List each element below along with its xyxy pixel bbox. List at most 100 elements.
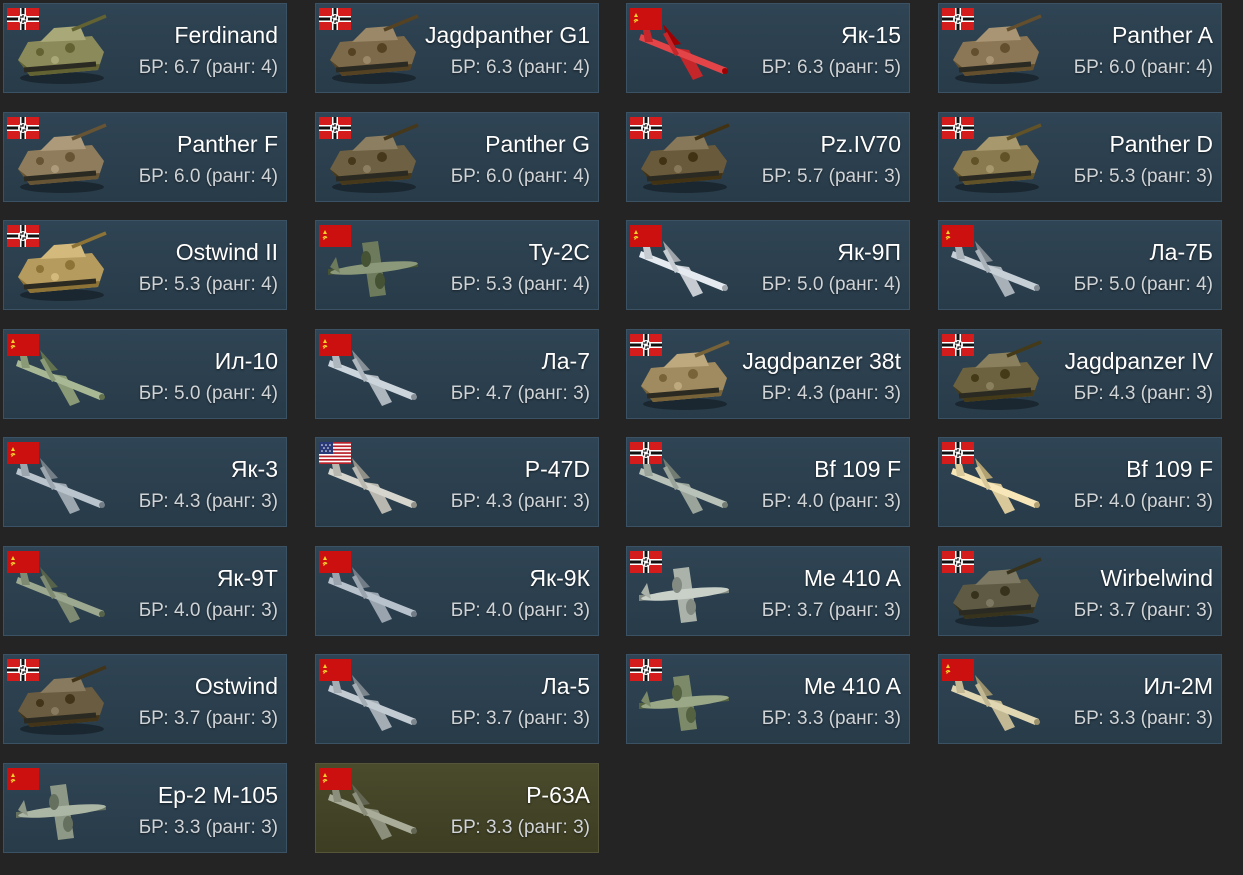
vehicle-br-rank: БР: 3.3 (ранг: 3) bbox=[1073, 708, 1213, 729]
vehicle-name: P-47D bbox=[524, 456, 590, 482]
vehicle-card-ostwind-ii[interactable]: Ostwind II БР: 5.3 (ранг: 4) bbox=[3, 220, 287, 310]
vehicle-name: Bf 109 F bbox=[814, 456, 901, 482]
vehicle-br-rank: БР: 3.7 (ранг: 3) bbox=[761, 600, 901, 621]
vehicle-name: Panther A bbox=[1111, 22, 1213, 48]
vehicle-card-як-9п[interactable]: Як-9П БР: 5.0 (ранг: 4) bbox=[626, 220, 910, 310]
germany-flag-icon bbox=[630, 117, 662, 139]
vehicle-name: Як-15 bbox=[841, 22, 901, 48]
vehicle-br-rank: БР: 5.3 (ранг: 4) bbox=[138, 274, 278, 295]
vehicle-br-rank: БР: 4.0 (ранг: 3) bbox=[1073, 491, 1213, 512]
vehicle-br-rank: БР: 6.7 (ранг: 4) bbox=[138, 57, 278, 78]
vehicle-br-rank: БР: 4.0 (ранг: 3) bbox=[761, 491, 901, 512]
vehicle-br-rank: БР: 5.3 (ранг: 4) bbox=[450, 274, 590, 295]
ussr-flag-icon bbox=[942, 659, 974, 681]
vehicle-name: Як-9К bbox=[529, 565, 590, 591]
vehicle-card-panther-g[interactable]: Panther G БР: 6.0 (ранг: 4) bbox=[315, 112, 599, 202]
vehicle-card-ostwind[interactable]: Ostwind БР: 3.7 (ранг: 3) bbox=[3, 654, 287, 744]
vehicle-card-bf-109-f[interactable]: Bf 109 F БР: 4.0 (ранг: 3) bbox=[626, 437, 910, 527]
vehicle-name: Ostwind bbox=[194, 673, 278, 699]
vehicle-br-rank: БР: 4.7 (ранг: 3) bbox=[450, 383, 590, 404]
ussr-flag-icon bbox=[7, 334, 39, 356]
vehicle-card-як-15[interactable]: Як-15 БР: 6.3 (ранг: 5) bbox=[626, 3, 910, 93]
vehicle-card-panther-f[interactable]: Panther F БР: 6.0 (ранг: 4) bbox=[3, 112, 287, 202]
ussr-flag-icon bbox=[630, 8, 662, 30]
vehicle-name: Ла-7Б bbox=[1149, 239, 1213, 265]
vehicle-card-jagdpanzer-iv[interactable]: Jagdpanzer IV БР: 4.3 (ранг: 3) bbox=[938, 329, 1222, 419]
vehicle-name: Ер-2 М-105 bbox=[157, 782, 278, 808]
germany-flag-icon bbox=[942, 334, 974, 356]
vehicle-name: Ла-7 bbox=[541, 348, 590, 374]
vehicle-card-як-9т[interactable]: Як-9Т БР: 4.0 (ранг: 3) bbox=[3, 546, 287, 636]
vehicle-name: Ту-2С bbox=[528, 239, 590, 265]
vehicle-name: Ostwind II bbox=[175, 239, 278, 265]
vehicle-name: Jagdpanzer IV bbox=[1064, 348, 1213, 374]
vehicle-name: Bf 109 F bbox=[1126, 456, 1213, 482]
vehicle-card-ил-10[interactable]: Ил-10 БР: 5.0 (ранг: 4) bbox=[3, 329, 287, 419]
ussr-flag-icon bbox=[319, 334, 351, 356]
vehicle-br-rank: БР: 6.3 (ранг: 5) bbox=[761, 57, 901, 78]
vehicle-card-p-63a[interactable]: P-63A БР: 3.3 (ранг: 3) bbox=[315, 763, 599, 853]
vehicle-name: Me 410 A bbox=[803, 673, 901, 699]
vehicle-br-rank: БР: 4.3 (ранг: 3) bbox=[1073, 383, 1213, 404]
vehicle-name: Panther G bbox=[485, 131, 590, 157]
vehicle-name: Pz.IV70 bbox=[820, 131, 901, 157]
vehicle-card-ер-2-м-105[interactable]: Ер-2 М-105 БР: 3.3 (ранг: 3) bbox=[3, 763, 287, 853]
usa-flag-icon bbox=[319, 442, 351, 464]
vehicle-card-pz-iv70[interactable]: Pz.IV70 БР: 5.7 (ранг: 3) bbox=[626, 112, 910, 202]
vehicle-card-me-410-a[interactable]: Me 410 A БР: 3.7 (ранг: 3) bbox=[626, 546, 910, 636]
vehicle-br-rank: БР: 6.3 (ранг: 4) bbox=[450, 57, 590, 78]
vehicle-card-p-47d[interactable]: P-47D БР: 4.3 (ранг: 3) bbox=[315, 437, 599, 527]
vehicle-card-як-3[interactable]: Як-3 БР: 4.3 (ранг: 3) bbox=[3, 437, 287, 527]
vehicle-name: Ил-2М bbox=[1143, 673, 1213, 699]
ussr-flag-icon bbox=[319, 659, 351, 681]
vehicle-card-ла-5[interactable]: Ла-5 БР: 3.7 (ранг: 3) bbox=[315, 654, 599, 744]
vehicle-br-rank: БР: 4.3 (ранг: 3) bbox=[138, 491, 278, 512]
germany-flag-icon bbox=[319, 8, 351, 30]
vehicle-card-wirbelwind[interactable]: Wirbelwind БР: 3.7 (ранг: 3) bbox=[938, 546, 1222, 636]
germany-flag-icon bbox=[942, 442, 974, 464]
ussr-flag-icon bbox=[7, 768, 39, 790]
vehicle-name: Panther F bbox=[177, 131, 278, 157]
vehicle-card-jagdpanther-g1[interactable]: Jagdpanther G1 БР: 6.3 (ранг: 4) bbox=[315, 3, 599, 93]
ussr-flag-icon bbox=[319, 225, 351, 247]
germany-flag-icon bbox=[319, 117, 351, 139]
vehicle-br-rank: БР: 5.0 (ранг: 4) bbox=[138, 383, 278, 404]
vehicle-br-rank: БР: 5.0 (ранг: 4) bbox=[761, 274, 901, 295]
vehicle-card-ил-2м[interactable]: Ил-2М БР: 3.3 (ранг: 3) bbox=[938, 654, 1222, 744]
vehicle-br-rank: БР: 3.7 (ранг: 3) bbox=[450, 708, 590, 729]
vehicle-name: Ла-5 bbox=[541, 673, 590, 699]
vehicle-br-rank: БР: 4.0 (ранг: 3) bbox=[138, 600, 278, 621]
vehicle-card-panther-d[interactable]: Panther D БР: 5.3 (ранг: 3) bbox=[938, 112, 1222, 202]
vehicle-br-rank: БР: 5.7 (ранг: 3) bbox=[761, 166, 901, 187]
vehicle-name: Wirbelwind bbox=[1100, 565, 1213, 591]
germany-flag-icon bbox=[942, 551, 974, 573]
vehicle-br-rank: БР: 5.0 (ранг: 4) bbox=[1073, 274, 1213, 295]
vehicle-card-ту-2с[interactable]: Ту-2С БР: 5.3 (ранг: 4) bbox=[315, 220, 599, 310]
vehicle-br-rank: БР: 3.7 (ранг: 3) bbox=[1073, 600, 1213, 621]
vehicle-name: Me 410 A bbox=[803, 565, 901, 591]
ussr-flag-icon bbox=[7, 442, 39, 464]
vehicle-br-rank: БР: 3.7 (ранг: 3) bbox=[138, 708, 278, 729]
vehicle-br-rank: БР: 5.3 (ранг: 3) bbox=[1073, 166, 1213, 187]
vehicle-card-bf-109-f[interactable]: Bf 109 F БР: 4.0 (ранг: 3) bbox=[938, 437, 1222, 527]
vehicle-br-rank: БР: 4.0 (ранг: 3) bbox=[450, 600, 590, 621]
vehicle-name: Як-9Т bbox=[216, 565, 278, 591]
vehicle-card-ferdinand[interactable]: Ferdinand БР: 6.7 (ранг: 4) bbox=[3, 3, 287, 93]
vehicle-card-jagdpanzer-38t[interactable]: Jagdpanzer 38t БР: 4.3 (ранг: 3) bbox=[626, 329, 910, 419]
vehicle-card-ла-7б[interactable]: Ла-7Б БР: 5.0 (ранг: 4) bbox=[938, 220, 1222, 310]
vehicle-card-ла-7[interactable]: Ла-7 БР: 4.7 (ранг: 3) bbox=[315, 329, 599, 419]
germany-flag-icon bbox=[942, 8, 974, 30]
vehicle-br-rank: БР: 6.0 (ранг: 4) bbox=[138, 166, 278, 187]
vehicle-card-me-410-a[interactable]: Me 410 A БР: 3.3 (ранг: 3) bbox=[626, 654, 910, 744]
germany-flag-icon bbox=[630, 442, 662, 464]
vehicle-name: Panther D bbox=[1109, 131, 1213, 157]
germany-flag-icon bbox=[630, 551, 662, 573]
ussr-flag-icon bbox=[630, 225, 662, 247]
vehicle-card-panther-a[interactable]: Panther A БР: 6.0 (ранг: 4) bbox=[938, 3, 1222, 93]
ussr-flag-icon bbox=[319, 768, 351, 790]
vehicle-br-rank: БР: 4.3 (ранг: 3) bbox=[450, 491, 590, 512]
vehicle-name: P-63A bbox=[526, 782, 590, 808]
vehicle-card-як-9к[interactable]: Як-9К БР: 4.0 (ранг: 3) bbox=[315, 546, 599, 636]
vehicle-name: Jagdpanther G1 bbox=[425, 22, 590, 48]
germany-flag-icon bbox=[942, 117, 974, 139]
